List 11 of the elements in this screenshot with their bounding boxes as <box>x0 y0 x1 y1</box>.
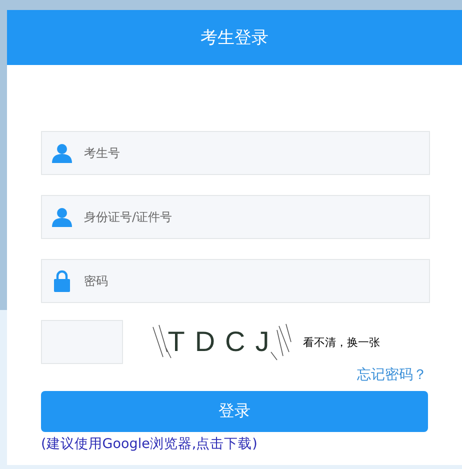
user-icon <box>52 207 72 227</box>
lock-icon <box>54 270 70 292</box>
input-field[interactable]: 身份证号/证件号 <box>41 195 430 239</box>
browser-download-link[interactable]: (建议使用Google浏览器,点击下载) <box>41 435 430 453</box>
input-field[interactable]: 考生号 <box>41 131 430 175</box>
captcha-field[interactable] <box>41 320 123 364</box>
input-field[interactable]: 密码 <box>41 259 430 303</box>
page-title: 考生登录 <box>200 27 268 49</box>
captcha-image[interactable]: TDCJ <box>151 322 296 362</box>
refresh-captcha-link[interactable]: 看不清，换一张 <box>303 334 380 350</box>
user-icon <box>52 143 72 163</box>
